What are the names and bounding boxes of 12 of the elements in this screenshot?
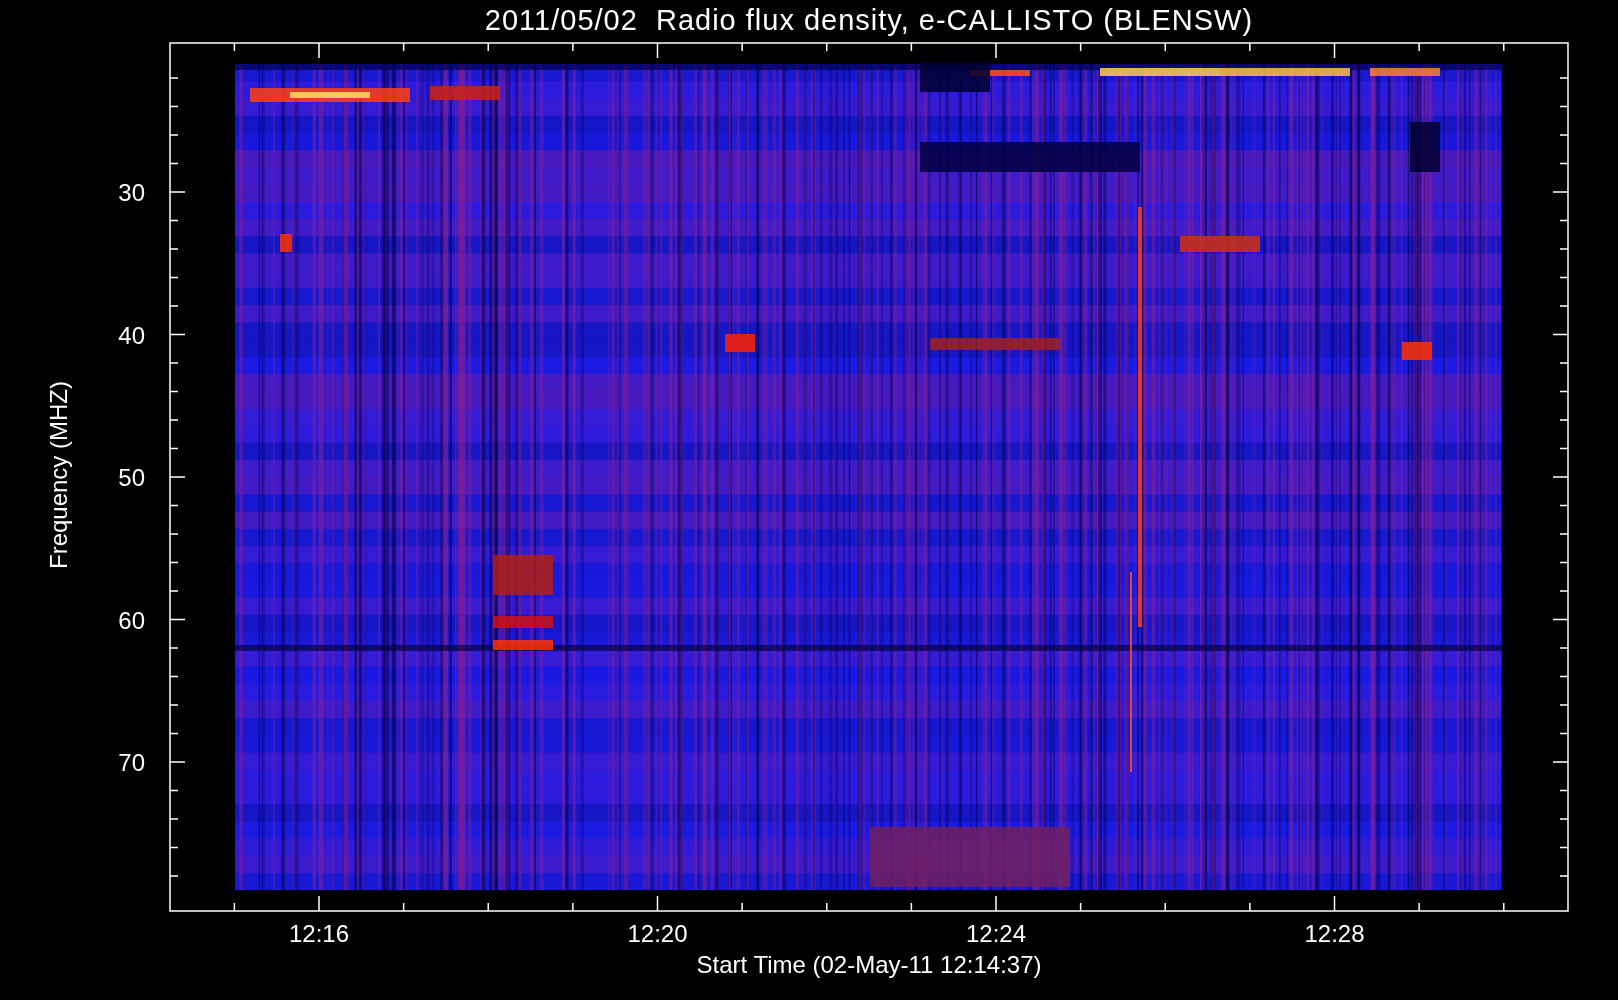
y-tick-label: 40 xyxy=(118,321,145,349)
y-tick-label: 70 xyxy=(118,749,145,776)
chart-title: 2011/05/02 Radio flux density, e-CALLISTO (BLENSW) xyxy=(484,3,1254,38)
x-tick-label: 12:16 xyxy=(288,920,350,947)
x-tick-label: 12:28 xyxy=(1304,920,1365,947)
y-tick-label: 60 xyxy=(118,606,145,634)
x-tick-label: 12:20 xyxy=(627,920,688,947)
x-tick-label: 12:24 xyxy=(965,920,1027,947)
y-axis-label: Frequency (MHZ) xyxy=(45,381,73,569)
y-tick-label: 50 xyxy=(118,464,145,491)
x-axis-label: Start Time (02-May-11 12:14:37) xyxy=(696,952,1042,978)
y-tick-label: 30 xyxy=(118,179,145,206)
